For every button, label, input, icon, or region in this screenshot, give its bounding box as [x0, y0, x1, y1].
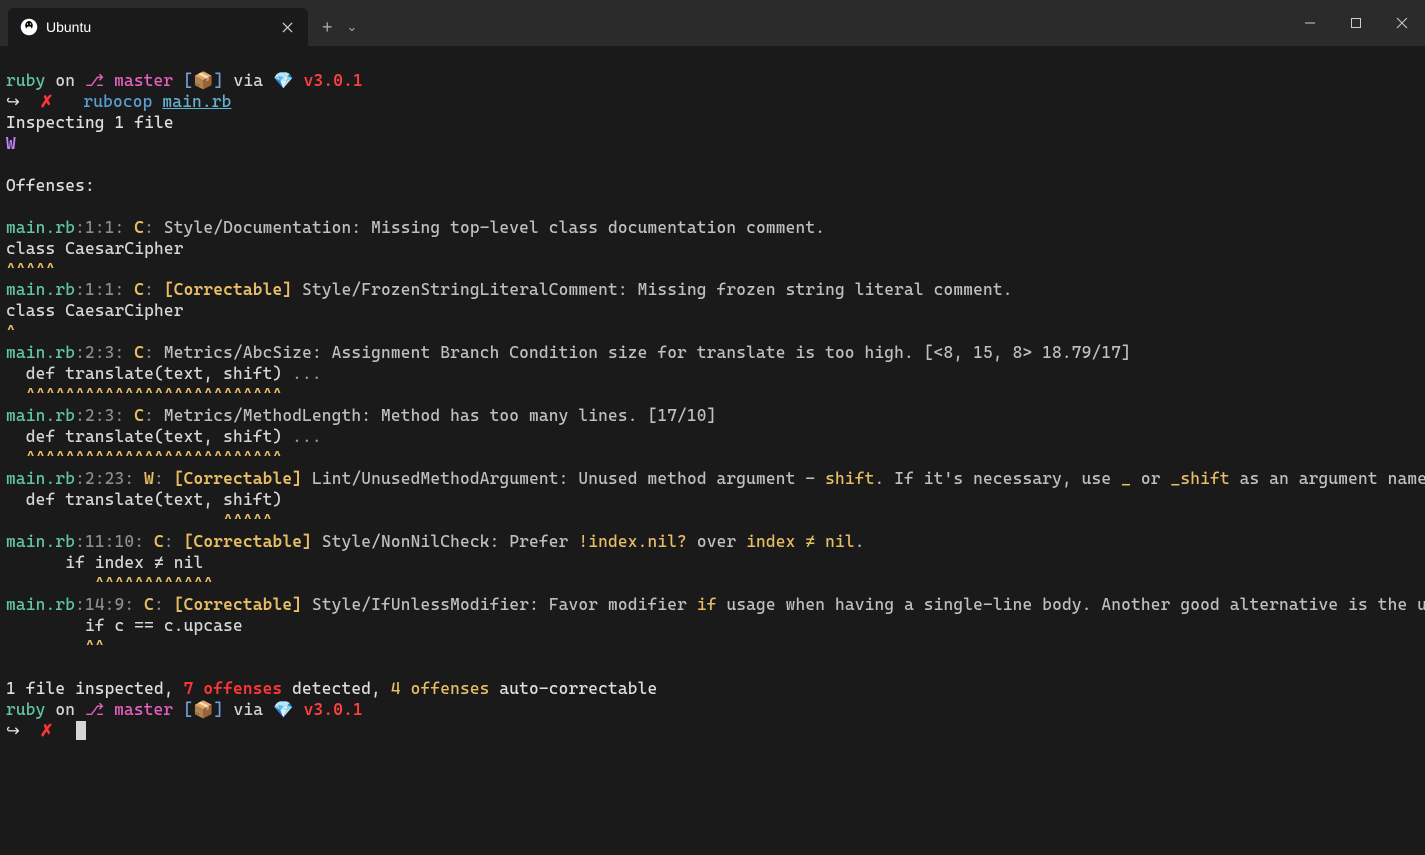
close-button[interactable] [1379, 0, 1425, 46]
offense-3-code: def translate(text, shift) ... [6, 364, 322, 383]
offense-6: main.rb:11:10: C: [Correctable] Style/No… [6, 532, 865, 551]
new-tab-button[interactable]: + [322, 17, 333, 38]
offense-5-caret: ^^^^^ [6, 511, 272, 530]
x-icon: ✗ [40, 92, 54, 111]
arrow-icon: ↪ [6, 721, 20, 740]
offenses-header: Offenses: [6, 176, 95, 195]
offense-1-caret: ^^^^^ [6, 260, 55, 279]
tab-title: Ubuntu [46, 19, 270, 35]
offense-6-code: if index ≠ nil [6, 553, 203, 572]
offense-5: main.rb:2:23: W: [Correctable] Lint/Unus… [6, 469, 1425, 488]
offense-1-code: class CaesarCipher [6, 239, 184, 258]
offense-7-code: if c == c.upcase [6, 616, 243, 635]
summary-line: 1 file inspected, 7 offenses detected, 4… [6, 679, 657, 698]
offense-5-code: def translate(text, shift) [6, 490, 282, 509]
tab-close-button[interactable] [278, 18, 296, 36]
diamond-icon: 💎 [273, 71, 294, 90]
offense-6-caret: ^^^^^^^^^^^^ [6, 574, 213, 593]
stash-icon: 📦 [193, 71, 214, 90]
offense-7-caret: ^^ [6, 637, 105, 656]
offense-4-caret: ^^^^^^^^^^^^^^^^^^^^^^^^^^ [6, 448, 282, 467]
prompt-line-4[interactable]: ↪ ✗ [6, 721, 86, 740]
arrow-icon: ↪ [6, 92, 20, 111]
prompt-line-2: ↪ ✗ rubocop main.rb [6, 92, 231, 111]
tab-ubuntu[interactable]: Ubuntu [8, 8, 308, 46]
tab-dropdown-button[interactable]: ⌄ [347, 19, 358, 35]
offense-4-code: def translate(text, shift) ... [6, 427, 322, 446]
stash-icon: 📦 [193, 700, 214, 719]
branch-icon: ⎇ [85, 71, 104, 90]
offense-2-code: class CaesarCipher [6, 301, 184, 320]
offense-4: main.rb:2:3: C: Metrics/MethodLength: Me… [6, 406, 717, 425]
titlebar: Ubuntu + ⌄ [0, 0, 1425, 46]
branch-icon: ⎇ [85, 700, 104, 719]
maximize-button[interactable] [1333, 0, 1379, 46]
offense-3-caret: ^^^^^^^^^^^^^^^^^^^^^^^^^^ [6, 385, 282, 404]
diamond-icon: 💎 [273, 700, 294, 719]
minimize-button[interactable] [1287, 0, 1333, 46]
cursor [76, 721, 86, 740]
status-w: W [6, 134, 16, 153]
offense-1: main.rb:1:1: C: Style/Documentation: Mis… [6, 218, 825, 237]
offense-2: main.rb:1:1: C: [Correctable] Style/Froz… [6, 280, 1013, 299]
tabbar-actions: + ⌄ [322, 8, 357, 46]
window-controls [1287, 0, 1425, 46]
prompt-line-1: ruby on ⎇ master [📦] via 💎 v3.0.1 [6, 71, 363, 90]
offense-2-caret: ^ [6, 322, 16, 341]
terminal-output[interactable]: ruby on ⎇ master [📦] via 💎 v3.0.1 ↪ ✗ ru… [0, 46, 1425, 745]
ubuntu-penguin-icon [20, 18, 38, 36]
offense-3: main.rb:2:3: C: Metrics/AbcSize: Assignm… [6, 343, 1131, 362]
x-icon: ✗ [40, 721, 54, 740]
offense-7: main.rb:14:9: C: [Correctable] Style/IfU… [6, 595, 1425, 614]
prompt-line-3: ruby on ⎇ master [📦] via 💎 v3.0.1 [6, 700, 363, 719]
inspecting-line: Inspecting 1 file [6, 113, 174, 132]
